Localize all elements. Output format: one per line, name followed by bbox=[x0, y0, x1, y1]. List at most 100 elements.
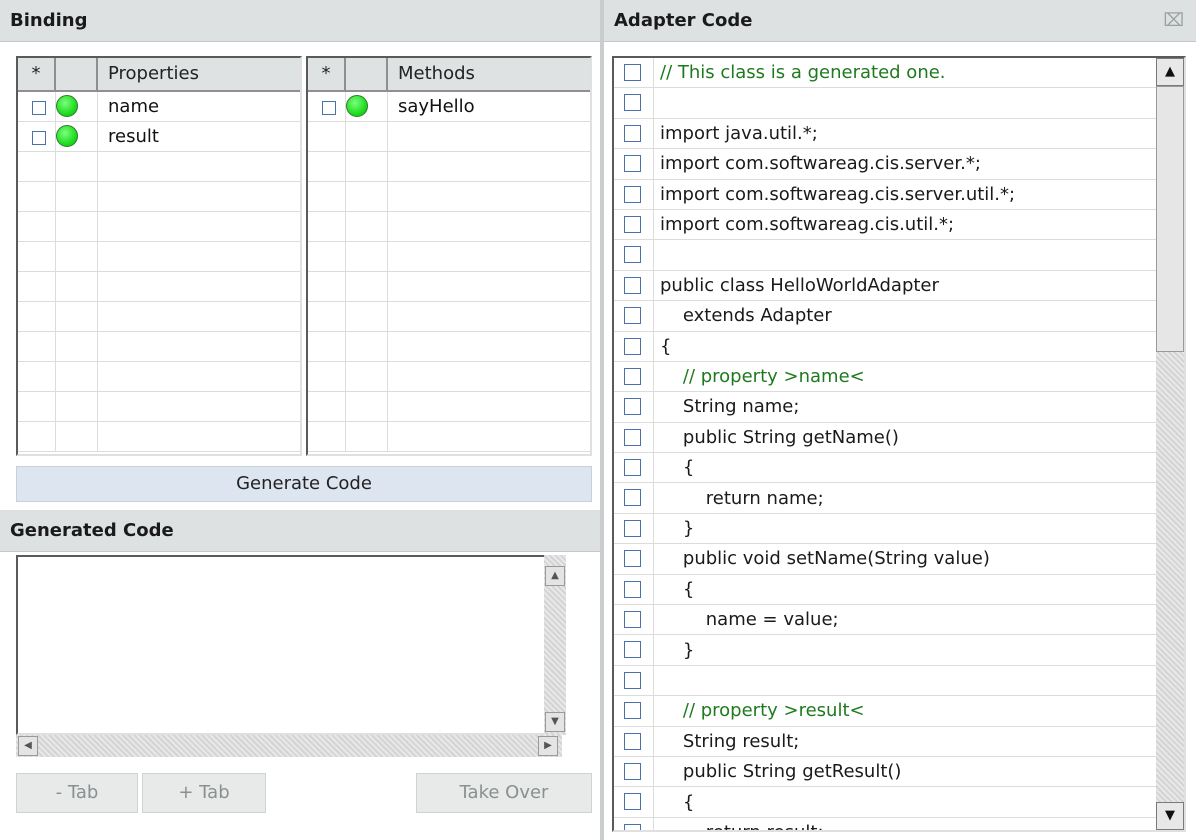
generated-code-textarea[interactable] bbox=[16, 555, 564, 735]
code-line-checkbox[interactable] bbox=[624, 307, 641, 325]
code-line-checkbox[interactable] bbox=[624, 398, 641, 416]
code-line-checkbox-cell bbox=[614, 544, 654, 574]
code-line[interactable]: public void setName(String value) bbox=[614, 544, 1184, 575]
generated-code-horizontal-scrollbar[interactable] bbox=[16, 735, 562, 757]
binding-panel-header: Binding bbox=[0, 0, 600, 42]
code-line-checkbox[interactable] bbox=[624, 519, 641, 537]
code-line-checkbox[interactable] bbox=[624, 459, 641, 477]
table-row[interactable]: sayHello bbox=[308, 92, 590, 122]
code-line-checkbox[interactable] bbox=[624, 489, 641, 507]
code-line[interactable]: String result; bbox=[614, 726, 1184, 757]
code-line-checkbox[interactable] bbox=[624, 185, 641, 203]
code-line-checkbox[interactable] bbox=[624, 155, 641, 173]
table-row bbox=[308, 272, 590, 302]
code-line[interactable]: // This class is a generated one. bbox=[614, 58, 1184, 89]
table-row[interactable]: name bbox=[18, 92, 300, 122]
row-checkbox[interactable] bbox=[32, 131, 46, 145]
close-icon[interactable]: ⌧ bbox=[1163, 0, 1184, 42]
code-line-checkbox[interactable] bbox=[624, 428, 641, 446]
code-line[interactable]: return name; bbox=[614, 483, 1184, 514]
scroll-up-icon[interactable]: ▲ bbox=[1156, 58, 1184, 86]
select-all-column-header[interactable]: * bbox=[308, 58, 346, 90]
properties-column-header[interactable]: Properties bbox=[98, 58, 300, 90]
code-line[interactable]: extends Adapter bbox=[614, 301, 1184, 332]
code-line-checkbox[interactable] bbox=[624, 94, 641, 112]
row-name-cell bbox=[388, 212, 590, 241]
generated-code-header: Generated Code bbox=[0, 510, 600, 552]
code-line[interactable]: public class HelloWorldAdapter bbox=[614, 270, 1184, 302]
code-line-checkbox[interactable] bbox=[624, 702, 641, 720]
row-checkbox[interactable] bbox=[322, 101, 336, 115]
code-line-checkbox[interactable] bbox=[624, 762, 641, 780]
code-line-checkbox[interactable] bbox=[624, 611, 641, 629]
scroll-down-icon[interactable]: ▼ bbox=[545, 712, 565, 732]
code-line[interactable] bbox=[614, 240, 1184, 271]
code-line[interactable]: import java.util.*; bbox=[614, 118, 1184, 150]
code-text: { bbox=[660, 578, 695, 600]
code-line[interactable]: String name; bbox=[614, 392, 1184, 423]
code-comment-text: // property >result< bbox=[660, 700, 865, 722]
code-line[interactable] bbox=[614, 88, 1184, 119]
table-row[interactable]: result bbox=[18, 122, 300, 152]
code-comment-text: // This class is a generated one. bbox=[660, 62, 946, 84]
row-name-cell bbox=[98, 212, 300, 241]
code-line-checkbox[interactable] bbox=[624, 246, 641, 264]
code-line-checkbox[interactable] bbox=[624, 671, 641, 689]
panel-splitter[interactable] bbox=[600, 0, 604, 840]
scroll-down-icon[interactable]: ▼ bbox=[1156, 802, 1184, 830]
status-column-header[interactable] bbox=[56, 58, 98, 90]
code-line-checkbox[interactable] bbox=[624, 124, 641, 142]
code-line[interactable]: import com.softwareag.cis.util.*; bbox=[614, 209, 1184, 241]
green-status-icon bbox=[56, 95, 78, 117]
code-line[interactable]: // property >name< bbox=[614, 361, 1184, 393]
select-all-column-header[interactable]: * bbox=[18, 58, 56, 90]
code-line[interactable]: public String getResult() bbox=[614, 756, 1184, 788]
code-line-checkbox[interactable] bbox=[624, 215, 641, 233]
code-line[interactable]: } bbox=[614, 513, 1184, 545]
methods-rows: sayHello bbox=[308, 92, 590, 452]
row-checkbox[interactable] bbox=[32, 101, 46, 115]
code-line-checkbox[interactable] bbox=[624, 550, 641, 568]
row-status-cell bbox=[346, 392, 388, 421]
code-line[interactable]: } bbox=[614, 635, 1184, 666]
code-line-checkbox-cell bbox=[614, 756, 654, 787]
code-line[interactable]: public String getName() bbox=[614, 422, 1184, 454]
methods-grid: * Methods sayHello bbox=[306, 56, 592, 456]
code-line-checkbox[interactable] bbox=[624, 732, 641, 750]
row-name-cell bbox=[388, 362, 590, 391]
row-select-cell bbox=[308, 392, 346, 421]
code-line[interactable] bbox=[614, 665, 1184, 697]
code-line-checkbox[interactable] bbox=[624, 337, 641, 355]
methods-column-header[interactable]: Methods bbox=[388, 58, 590, 90]
code-line-checkbox[interactable] bbox=[624, 641, 641, 659]
code-line-checkbox-cell bbox=[614, 240, 654, 270]
generate-code-button[interactable]: Generate Code bbox=[16, 466, 592, 502]
scroll-right-icon[interactable]: ▶ bbox=[538, 736, 558, 756]
remove-tab-button[interactable]: - Tab bbox=[16, 773, 138, 813]
code-line[interactable]: name = value; bbox=[614, 605, 1184, 636]
code-line-checkbox[interactable] bbox=[624, 580, 641, 598]
code-line-checkbox[interactable] bbox=[624, 793, 641, 811]
code-line[interactable]: { bbox=[614, 574, 1184, 606]
code-line[interactable]: { bbox=[614, 331, 1184, 362]
scroll-left-icon[interactable]: ◀ bbox=[18, 736, 38, 756]
code-line-checkbox[interactable] bbox=[624, 276, 641, 294]
code-line[interactable]: import com.softwareag.cis.server.util.*; bbox=[614, 179, 1184, 210]
code-line[interactable]: // property >result< bbox=[614, 696, 1184, 727]
code-line[interactable]: { bbox=[614, 453, 1184, 484]
add-tab-button[interactable]: + Tab bbox=[142, 773, 266, 813]
code-line-checkbox[interactable] bbox=[624, 64, 641, 81]
row-select-cell bbox=[18, 92, 56, 121]
code-line[interactable]: return result; bbox=[614, 817, 1184, 830]
code-line[interactable]: import com.softwareag.cis.server.*; bbox=[614, 149, 1184, 180]
row-status-cell bbox=[346, 362, 388, 391]
table-row bbox=[18, 272, 300, 302]
scroll-thumb[interactable] bbox=[1156, 86, 1184, 352]
status-column-header[interactable] bbox=[346, 58, 388, 90]
take-over-button[interactable]: Take Over bbox=[416, 773, 592, 813]
scroll-up-icon[interactable]: ▲ bbox=[545, 566, 565, 586]
code-line[interactable]: { bbox=[614, 787, 1184, 818]
code-line-checkbox-cell bbox=[614, 513, 654, 544]
code-line-checkbox[interactable] bbox=[624, 823, 641, 830]
code-line-checkbox[interactable] bbox=[624, 367, 641, 385]
